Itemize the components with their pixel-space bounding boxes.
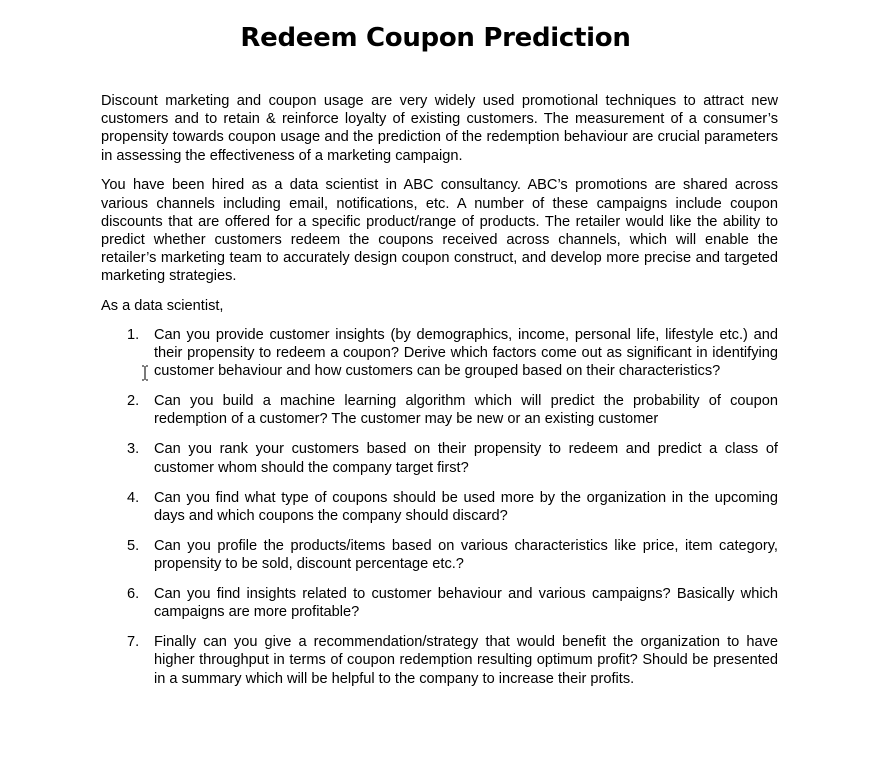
question-number: 7.: [127, 634, 140, 651]
question-text: Can you profile the products/items based…: [154, 537, 778, 572]
paragraph-abc-consultancy: You have been hired as a data scientist …: [101, 177, 778, 285]
paragraph-intro-marketing: Discount marketing and coupon usage are …: [101, 93, 778, 164]
question-text: Can you rank your customers based on the…: [154, 441, 778, 476]
document-body: Discount marketing and coupon usage are …: [101, 92, 778, 700]
question-text: Can you find what type of coupons should…: [154, 489, 778, 524]
text-cursor-icon: [142, 365, 148, 381]
question-text: Can you find insights related to custome…: [154, 585, 778, 621]
question-text: Can you build a machine learning algorit…: [154, 393, 778, 428]
question-item-1: 1. Can you provide customer insights (by…: [101, 326, 778, 381]
question-number: 3.: [127, 441, 140, 458]
document-title: Redeem Coupon Prediction: [240, 23, 631, 53]
question-item-6: 6. Can you find insights related to cust…: [101, 585, 778, 621]
question-text: Finally can you give a recommendation/st…: [154, 634, 778, 687]
question-list: 1. Can you provide customer insights (by…: [101, 326, 778, 688]
question-item-3: 3. Can you rank your customers based on …: [101, 440, 778, 476]
question-item-7: 7. Finally can you give a recommendation…: [101, 633, 778, 688]
intro-line: As a data scientist,: [101, 298, 224, 315]
question-number: 6.: [127, 585, 140, 602]
question-number: 5.: [127, 537, 140, 554]
question-number: 2.: [127, 393, 140, 410]
question-text: Can you provide customer insights (by de…: [154, 326, 778, 380]
question-number: 1.: [127, 326, 140, 343]
question-item-2: 2. Can you build a machine learning algo…: [101, 392, 778, 428]
question-item-4: 4. Can you find what type of coupons sho…: [101, 489, 778, 525]
question-number: 4.: [127, 489, 140, 506]
question-item-5: 5. Can you profile the products/items ba…: [101, 537, 778, 573]
document-page: Redeem Coupon Prediction Discount market…: [0, 0, 871, 768]
